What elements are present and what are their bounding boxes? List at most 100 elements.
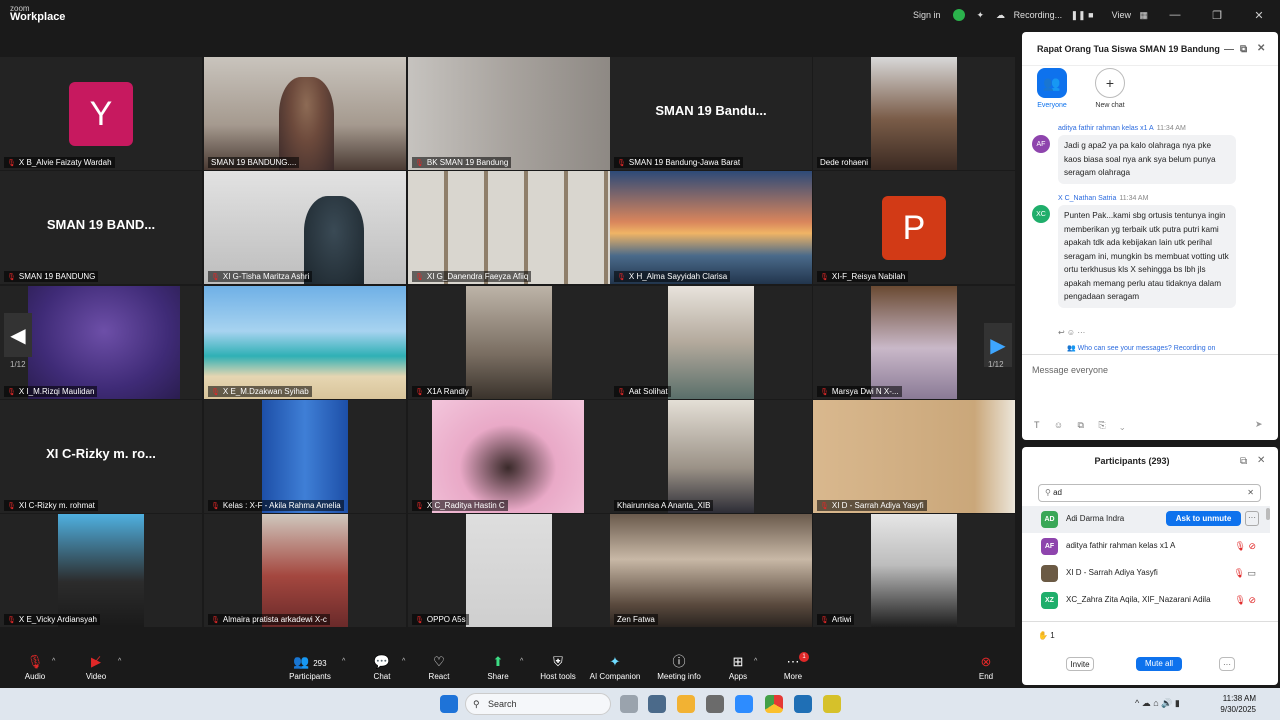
message-input[interactable]: Message everyone: [1032, 365, 1108, 375]
maximize-icon[interactable]: ❐: [1202, 9, 1232, 22]
video-tile[interactable]: 🎙 XI G-Tisha Maritza Ashri: [204, 171, 406, 284]
participant-row[interactable]: XZ XC_Zahra Zita Aqila, XIF_Nazarani Adi…: [1022, 587, 1270, 614]
video-tile[interactable]: 🎙 X C_Raditya Hastin C: [408, 400, 610, 513]
video-tile[interactable]: Dede rohaeni: [813, 57, 1015, 170]
video-tile[interactable]: 🎙 Aat Solihat: [610, 286, 812, 399]
participant-name: Khairunnisa A Ananta_XIB: [617, 501, 711, 510]
task-view-icon[interactable]: [620, 695, 638, 713]
participant-row[interactable]: AD Adi Darma Indra Ask to unmute ···: [1022, 506, 1270, 533]
popout-icon[interactable]: ⧉: [1240, 456, 1247, 467]
participant-name: X1A Randly: [426, 387, 469, 396]
plus-icon: +: [1095, 68, 1125, 98]
chat-options-chevron-icon[interactable]: ^: [402, 658, 405, 665]
end-icon: ⊗: [980, 654, 992, 669]
participants-button[interactable]: 👥 293 Participants: [280, 654, 340, 681]
participant-name: Dede rohaeni: [820, 158, 869, 167]
zoom-logo: zoom Workplace: [10, 4, 66, 23]
close-chat-icon[interactable]: ✕: [1257, 43, 1265, 54]
share-options-chevron-icon[interactable]: ^: [520, 658, 523, 665]
video-options-chevron-icon[interactable]: ^: [118, 658, 121, 665]
heart-icon: ♡: [433, 654, 445, 669]
end-meeting-button[interactable]: ⊗ End: [956, 654, 1016, 681]
participant-row[interactable]: XI D - Sarrah Adiya Yasyfi 🎙 ▭: [1022, 560, 1270, 587]
close-window-icon[interactable]: ✕: [1244, 9, 1274, 22]
video-tile[interactable]: P 🎙 XI-F_Reisya Nabilah: [813, 171, 1015, 284]
audio-button[interactable]: 🎙 Audio: [5, 654, 65, 681]
video-tile[interactable]: 🎙 X H_Alma Sayyidah Clarisa: [610, 171, 812, 284]
video-button[interactable]: ▶̸ Video: [66, 654, 126, 681]
video-tile[interactable]: 🎙 BK SMAN 19 Bandung: [408, 57, 610, 170]
participants-options-chevron-icon[interactable]: ^: [342, 658, 345, 665]
tab-new-chat[interactable]: + New chat: [1088, 68, 1132, 109]
video-tile[interactable]: 🎙 X E_M.Dzakwan Syihab: [204, 286, 406, 399]
video-tile[interactable]: 🎙 Kelas : X-F - Akila Rahma Amelia: [204, 400, 406, 513]
zoom-taskbar-icon[interactable]: [735, 695, 753, 713]
tab-everyone[interactable]: 👥 Everyone: [1030, 68, 1074, 109]
more-button[interactable]: ⋯ More 1: [763, 652, 823, 681]
view-button[interactable]: View ▦: [1106, 10, 1148, 21]
taskbar-search[interactable]: ⚲ Search: [465, 693, 611, 715]
ask-to-unmute-button[interactable]: Ask to unmute: [1166, 511, 1241, 526]
audio-options-chevron-icon[interactable]: ^: [52, 658, 55, 665]
video-tile[interactable]: Khairunnisa A Ananta_XIB: [610, 400, 812, 513]
video-tile[interactable]: Zen Fatwa: [610, 514, 812, 627]
who-can-see-link[interactable]: 👥 Who can see your messages? Recording o…: [1067, 344, 1215, 352]
system-tray-icons[interactable]: ^ ☁ ⌂ 🔊 ▮: [1135, 698, 1180, 709]
participant-name: Marsya Dwi N X-...: [831, 387, 899, 396]
ai-companion-button[interactable]: ✦ AI Companion: [585, 654, 645, 681]
message-actions-icon[interactable]: ↩ ☺ ···: [1058, 328, 1085, 337]
participant-name: X C_Raditya Hastin C: [426, 501, 505, 510]
more-options-button[interactable]: ···: [1245, 511, 1259, 526]
video-tile-active-speaker[interactable]: SMAN 19 BANDUNG....: [204, 57, 406, 170]
chrome-icon[interactable]: [765, 695, 783, 713]
windows-start-icon[interactable]: [440, 695, 458, 713]
avatar: XZ: [1041, 592, 1058, 609]
host-tools-button[interactable]: ⛨ Host tools: [528, 654, 588, 681]
mute-all-button[interactable]: Mute all: [1136, 657, 1182, 671]
video-tile[interactable]: 🎙 X1A Randly: [408, 286, 610, 399]
video-tile[interactable]: Y 🎙 X B_Alvie Faizaty Wardah: [0, 57, 202, 170]
sparkle-icon: ✦: [609, 654, 621, 669]
video-tile[interactable]: 🎙 Almaira pratista arkadewi X-c: [204, 514, 406, 627]
participant-name: X B_Alvie Faizaty Wardah: [18, 158, 112, 167]
video-tile[interactable]: 🎙 Artiwi: [813, 514, 1015, 627]
participant-display-name: SMAN 19 Bandu...: [655, 103, 767, 118]
sign-in-link[interactable]: Sign in: [913, 10, 941, 20]
sparkle-icon[interactable]: ✦: [977, 10, 985, 21]
app-icon[interactable]: [794, 695, 812, 713]
video-tile[interactable]: 🎙 XI D - Sarrah Adiya Yasyfi: [813, 400, 1015, 513]
app-icon[interactable]: [706, 695, 724, 713]
send-icon[interactable]: ➤: [1255, 419, 1263, 430]
video-tile[interactable]: 🎙 OPPO A5s: [408, 514, 610, 627]
recording-status[interactable]: ☁ Recording... ❚❚ ■: [996, 10, 1094, 21]
scrollbar[interactable]: [1266, 508, 1270, 520]
invite-button[interactable]: Invite: [1066, 657, 1094, 671]
apps-button[interactable]: ⊞ Apps: [708, 654, 768, 681]
participant-row[interactable]: AF aditya fathir rahman kelas x1 A 🎙 ⊘: [1022, 533, 1270, 560]
react-button[interactable]: ♡ React: [409, 654, 469, 681]
participant-search-input[interactable]: ⚲ ad ✕: [1038, 484, 1261, 502]
compose-toolbar[interactable]: T ☺ ⧉ ⎘ ⌄: [1034, 420, 1130, 431]
video-tile[interactable]: 🎙 XI G_Danendra Faeyza Afiiq: [408, 171, 610, 284]
video-tile[interactable]: SMAN 19 BAND... 🎙 SMAN 19 BANDUNG: [0, 171, 202, 284]
settings-gear-icon[interactable]: [648, 695, 666, 713]
popout-icon[interactable]: ⧉: [1240, 44, 1247, 55]
minimize-panel-icon[interactable]: —: [1224, 44, 1234, 55]
file-explorer-icon[interactable]: [677, 695, 695, 713]
video-tile[interactable]: SMAN 19 Bandu... 🎙 SMAN 19 Bandung-Jawa B…: [610, 57, 812, 170]
security-shield-icon[interactable]: [952, 9, 965, 21]
prev-page-arrow-icon[interactable]: ◀: [4, 313, 32, 357]
meeting-info-button[interactable]: ⓘ Meeting info: [649, 654, 709, 681]
video-tile[interactable]: XI C-Rizky m. ro... 🎙 XI C-Rizky m. rohma…: [0, 400, 202, 513]
close-participants-icon[interactable]: ✕: [1257, 455, 1265, 466]
clear-search-icon[interactable]: ✕: [1247, 485, 1254, 501]
participant-display-name: SMAN 19 BAND...: [46, 217, 156, 232]
share-button[interactable]: ⬆ Share: [468, 654, 528, 681]
more-options-button[interactable]: ···: [1219, 657, 1235, 671]
taskbar-clock[interactable]: 11:38 AM 9/30/2025: [1220, 693, 1256, 715]
minimize-icon[interactable]: —: [1160, 9, 1190, 21]
video-tile[interactable]: 🎙 X E_Vicky Ardiansyah: [0, 514, 202, 627]
notes-icon[interactable]: [823, 695, 841, 713]
participant-name: XI-F_Reisya Nabilah: [831, 272, 906, 281]
apps-options-chevron-icon[interactable]: ^: [754, 658, 757, 665]
